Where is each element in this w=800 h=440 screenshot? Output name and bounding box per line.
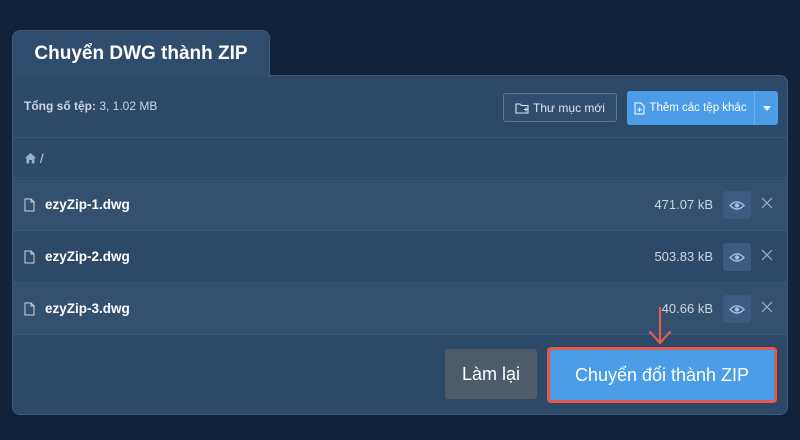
eye-icon [729, 304, 745, 314]
converter-tab[interactable]: Chuyển DWG thành ZIP [12, 30, 270, 77]
new-folder-label: Thư mục mới [533, 100, 605, 115]
close-icon[interactable] [761, 197, 773, 209]
file-plus-icon [634, 102, 645, 114]
convert-label: Chuyển đổi thành ZIP [574, 364, 750, 385]
convert-to-zip-button[interactable]: Chuyển đổi thành ZIP [547, 347, 777, 403]
add-files-dropdown-toggle[interactable] [754, 91, 778, 125]
total-files-info: Tổng số tệp: 3, 1.02 MB [24, 99, 157, 113]
add-files-label: Thêm các tệp khác [649, 102, 747, 114]
preview-button[interactable] [723, 191, 751, 219]
preview-button[interactable] [723, 295, 751, 323]
file-size: 503.83 kB [654, 249, 713, 264]
total-files-value: 3, 1.02 MB [96, 99, 158, 113]
home-icon[interactable] [24, 152, 37, 164]
preview-button[interactable] [723, 243, 751, 271]
action-bar: Làm lại Chuyển đổi thành ZIP [13, 336, 787, 414]
file-name: ezyZip-2.dwg [45, 249, 130, 264]
tab-title: Chuyển DWG thành ZIP [34, 43, 248, 64]
total-files-label: Tổng số tệp: [24, 99, 96, 113]
file-icon [24, 250, 35, 264]
close-icon[interactable] [761, 301, 773, 313]
breadcrumb: / [13, 139, 787, 178]
folder-plus-icon [515, 102, 529, 114]
reset-button[interactable]: Làm lại [445, 349, 537, 399]
arrow-down-icon [648, 306, 672, 345]
file-name: ezyZip-1.dwg [45, 197, 130, 212]
eye-icon [729, 252, 745, 262]
eye-icon [729, 200, 745, 210]
file-icon [24, 198, 35, 212]
file-row[interactable]: ezyZip-1.dwg 471.07 kB [13, 179, 787, 231]
add-files-main[interactable]: Thêm các tệp khác [627, 91, 754, 125]
file-row[interactable]: ezyZip-2.dwg 503.83 kB [13, 231, 787, 283]
add-files-button[interactable]: Thêm các tệp khác [627, 91, 778, 125]
close-icon[interactable] [761, 249, 773, 261]
file-icon [24, 302, 35, 316]
reset-label: Làm lại [461, 363, 521, 384]
file-panel: Tổng số tệp: 3, 1.02 MB Thư mục mới Thêm… [12, 75, 788, 415]
file-size: 471.07 kB [654, 197, 713, 212]
chevron-down-icon [762, 105, 771, 111]
new-folder-button[interactable]: Thư mục mới [503, 93, 617, 122]
file-name: ezyZip-3.dwg [45, 301, 130, 316]
breadcrumb-separator: / [40, 150, 44, 166]
toolbar: Tổng số tệp: 3, 1.02 MB Thư mục mới Thêm… [13, 76, 787, 138]
